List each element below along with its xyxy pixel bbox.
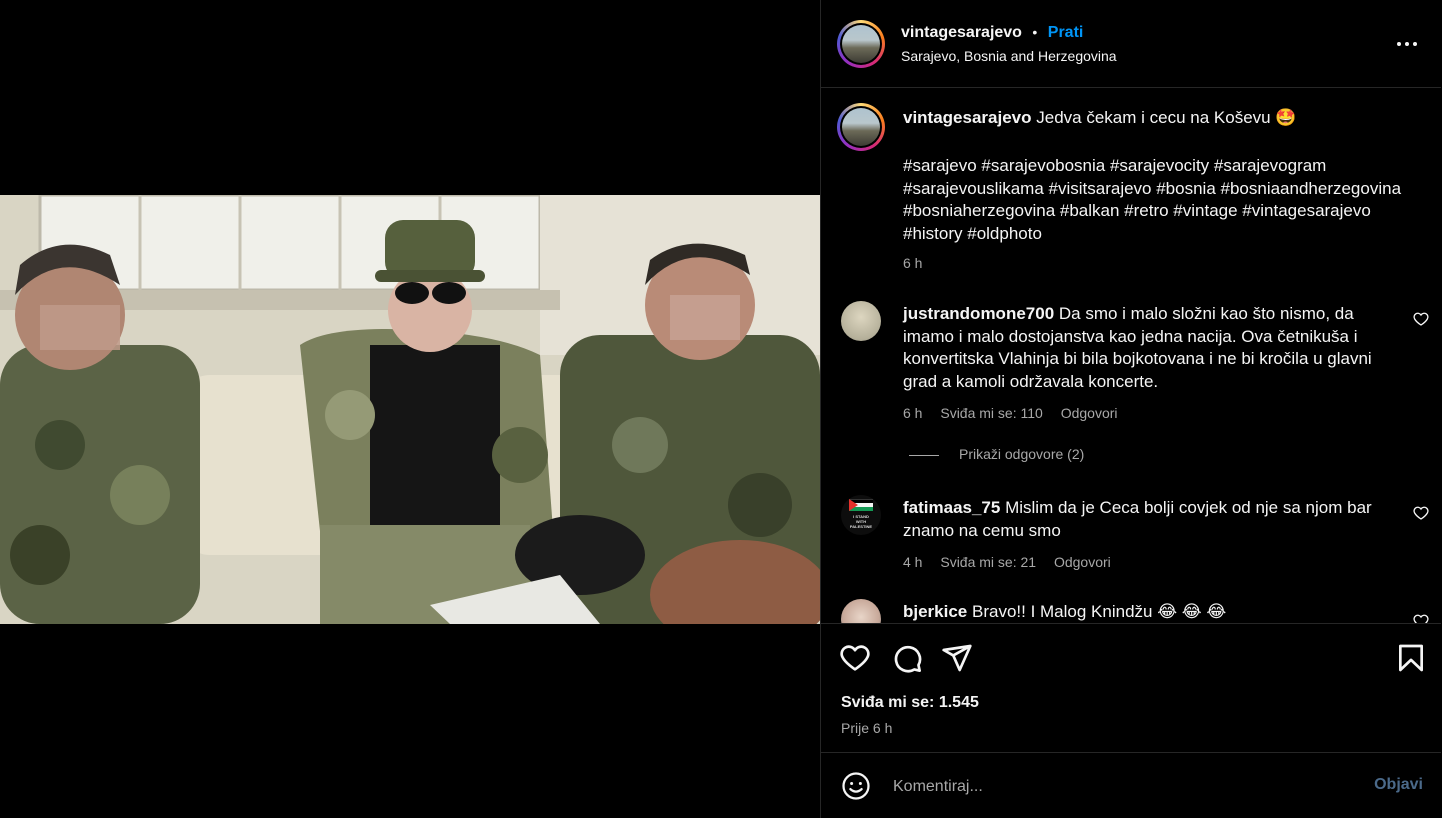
comment-body: fatimaas_75 Mislim da je Ceca bolji covj…	[903, 497, 1383, 542]
save-bookmark-icon[interactable]	[1395, 642, 1427, 674]
comment-input[interactable]	[891, 773, 1345, 801]
more-options-icon[interactable]	[1397, 34, 1419, 54]
likes-count[interactable]: Sviđa mi se: 1.545	[841, 694, 979, 712]
caption: vintagesarajevo Jedva čekam i cecu na Ko…	[903, 107, 1403, 130]
follow-button[interactable]: Prati	[1048, 24, 1084, 41]
comment-composer: Objavi	[821, 753, 1441, 818]
comment-time: 6 h	[903, 405, 923, 421]
commenter-avatar[interactable]: I STAND WITH PALESTINE	[841, 495, 881, 535]
post-location[interactable]: Sarajevo, Bosnia and Herzegovina	[901, 48, 1117, 64]
like-comment-heart-icon[interactable]	[1413, 505, 1429, 521]
comment-bubble-icon[interactable]	[891, 642, 923, 674]
reply-button[interactable]: Odgovori	[1061, 405, 1118, 421]
like-comment-heart-icon[interactable]	[1413, 311, 1429, 327]
view-replies-button[interactable]: Prikaži odgovore (2)	[909, 446, 1084, 462]
comment-meta: 4 h Sviđa mi se: 21 Odgovori	[903, 554, 1125, 570]
comment-likes[interactable]: Sviđa mi se: 110	[940, 405, 1042, 421]
share-send-icon[interactable]	[941, 642, 973, 674]
caption-avatar[interactable]	[837, 103, 885, 151]
emoji-icon[interactable]	[841, 771, 871, 801]
comment-text: Bravo!! I Malog Knindžu 😂 😂 😂	[972, 602, 1227, 621]
comment-body: bjerkice Bravo!! I Malog Knindžu 😂 😂 😂	[903, 601, 1383, 623]
commenter-avatar[interactable]	[841, 301, 881, 341]
caption-hashtags[interactable]: #sarajevo #sarajevobosnia #sarajevocity …	[903, 155, 1403, 245]
view-replies-label: Prikaži odgovore (2)	[959, 446, 1085, 462]
comment-likes[interactable]: Sviđa mi se: 21	[940, 554, 1036, 570]
post-photo-image	[0, 195, 820, 624]
separator-dot: •	[1032, 24, 1038, 40]
comment-username[interactable]: bjerkice	[903, 602, 967, 621]
comment-username[interactable]: fatimaas_75	[903, 498, 1000, 517]
comments-list: vintagesarajevo Jedva čekam i cecu na Ko…	[821, 89, 1441, 623]
post-comment-button[interactable]: Objavi	[1368, 775, 1429, 795]
commenter-avatar[interactable]	[841, 599, 881, 623]
caption-text: Jedva čekam i cecu na Koševu 🤩	[1036, 108, 1297, 127]
comment-time: 4 h	[903, 554, 923, 570]
author-avatar[interactable]	[837, 20, 885, 68]
like-comment-heart-icon[interactable]	[1413, 613, 1429, 623]
post-sidebar: vintagesarajevo • Prati Sarajevo, Bosnia…	[820, 0, 1442, 818]
like-heart-icon[interactable]	[839, 642, 871, 674]
header-title-row: vintagesarajevo • Prati	[901, 24, 1083, 42]
post-header: vintagesarajevo • Prati Sarajevo, Bosnia…	[821, 0, 1441, 88]
caption-time: 6 h	[903, 255, 923, 271]
comment-meta: 6 h Sviđa mi se: 110 Odgovori	[903, 405, 1132, 421]
post-photo[interactable]	[0, 195, 820, 624]
post-actions: Sviđa mi se: 1.545 Prije 6 h	[821, 623, 1441, 753]
caption-username[interactable]: vintagesarajevo	[903, 108, 1032, 127]
reply-button[interactable]: Odgovori	[1054, 554, 1111, 570]
post-time: Prije 6 h	[841, 720, 893, 736]
view-replies-line	[909, 454, 939, 456]
comment-body: justrandomone700 Da smo i malo složni ka…	[903, 303, 1383, 393]
comment-username[interactable]: justrandomone700	[903, 304, 1054, 323]
avatar-text-line: PALESTINE	[849, 524, 873, 529]
media-pane	[0, 0, 820, 818]
author-username[interactable]: vintagesarajevo	[901, 24, 1022, 41]
